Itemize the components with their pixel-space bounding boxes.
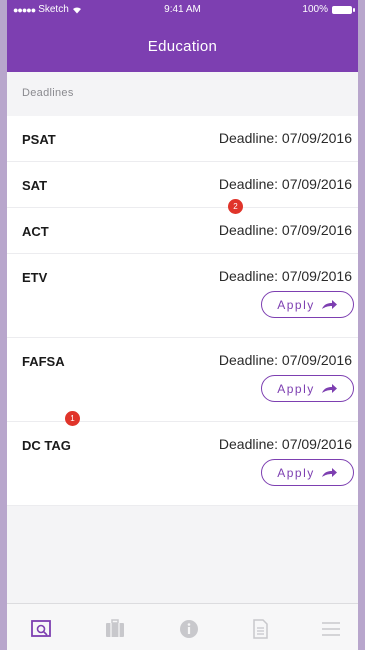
info-icon: [180, 620, 198, 638]
deadline-list: PSAT Deadline: 07/09/2016 SAT Deadline: …: [7, 116, 358, 506]
deadline-name: ACT: [22, 224, 49, 239]
apply-button-fafsa[interactable]: Apply: [261, 375, 354, 402]
deadline-name: SAT: [22, 178, 48, 193]
deadline-date: Deadline: 07/09/2016: [218, 352, 352, 368]
deadline-name: FAFSA: [22, 354, 65, 369]
deadline-row-psat[interactable]: PSAT Deadline: 07/09/2016: [7, 116, 358, 162]
battery-percent: 100%: [302, 4, 328, 15]
briefcase-icon: [106, 619, 124, 637]
apply-button-label: Apply: [277, 297, 315, 312]
status-bar: ●●●●● Sketch 9:41 AM 100%: [7, 0, 358, 20]
deadline-date: Deadline: 07/09/2016: [218, 222, 352, 238]
search-profile-icon: [31, 620, 51, 637]
deadline-row-fafsa: FAFSA Deadline: 07/09/2016 Apply 1: [7, 338, 358, 426]
arrow-right-icon: [321, 300, 337, 309]
document-icon: [253, 619, 268, 639]
tab-briefcase[interactable]: [102, 616, 128, 642]
apply-button-label: Apply: [277, 465, 315, 480]
deadline-date: Deadline: 07/09/2016: [218, 268, 352, 284]
apply-button-label: Apply: [277, 381, 315, 396]
tab-menu[interactable]: [318, 616, 344, 642]
deadline-row-dc-tag: DC TAG Deadline: 07/09/2016 Apply: [7, 422, 358, 506]
arrow-right-icon: [321, 468, 337, 477]
deadline-name: PSAT: [22, 132, 56, 147]
tab-info[interactable]: [176, 616, 202, 642]
battery-icon: [332, 5, 355, 14]
deadline-row-sat[interactable]: SAT Deadline: 07/09/2016: [7, 162, 358, 208]
apply-button-dc-tag[interactable]: Apply: [261, 459, 354, 486]
deadline-date: Deadline: 07/09/2016: [218, 176, 352, 192]
deadline-name: DC TAG: [22, 438, 71, 453]
section-title: Deadlines: [22, 87, 74, 99]
page-title: Education: [147, 38, 218, 55]
arrow-right-icon: [321, 384, 337, 393]
notification-badge: 2: [228, 199, 243, 214]
status-battery-group: 100%: [302, 4, 355, 15]
header: ●●●●● Sketch 9:41 AM 100% Education: [7, 0, 358, 72]
deadline-row-etv: ETV Deadline: 07/09/2016 Apply: [7, 254, 358, 338]
section-header: Deadlines: [7, 72, 358, 117]
deadline-date: Deadline: 07/09/2016: [218, 130, 352, 146]
deadline-name: ETV: [22, 270, 48, 285]
deadline-date: Deadline: 07/09/2016: [218, 436, 352, 452]
tab-bar: [7, 603, 358, 650]
menu-icon: [322, 622, 340, 636]
phone-screen: ●●●●● Sketch 9:41 AM 100% Education Dead…: [7, 0, 358, 650]
deadline-row-act[interactable]: ACT Deadline: 07/09/2016 2: [7, 199, 358, 254]
tab-document[interactable]: [247, 616, 273, 642]
apply-button-etv[interactable]: Apply: [261, 291, 354, 318]
tab-search-profile[interactable]: [28, 616, 54, 642]
